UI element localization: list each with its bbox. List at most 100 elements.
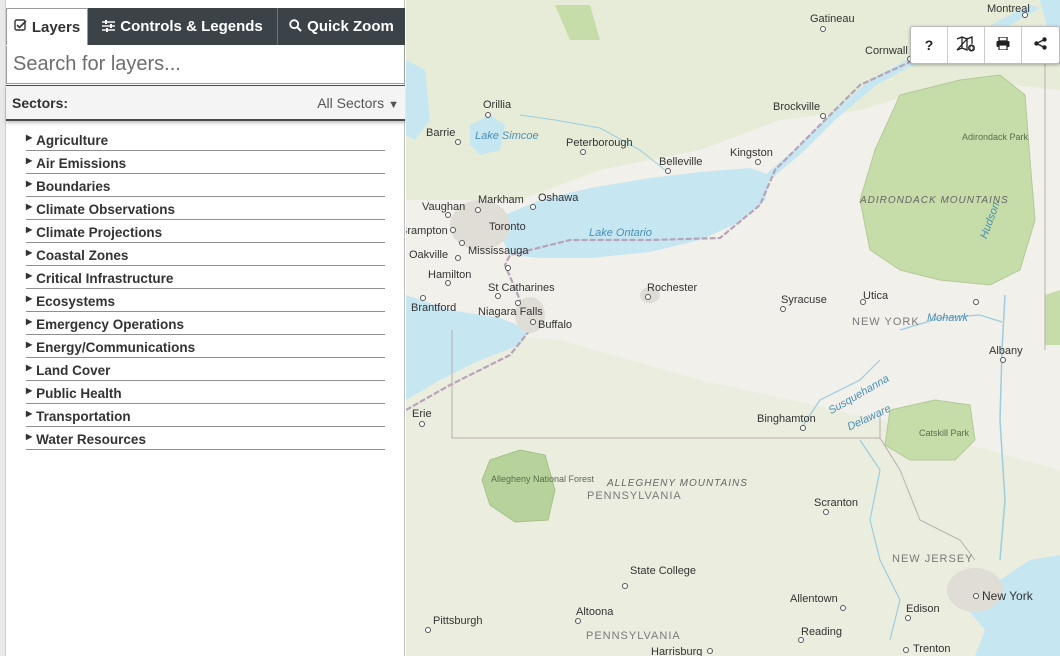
city-label: Edison <box>906 603 940 615</box>
map-view[interactable]: Gatineau Montreal Cornwall Orillia Barri… <box>406 0 1060 656</box>
layer-category[interactable]: ▶ Land Cover <box>26 358 385 381</box>
caret-right-icon: ▶ <box>26 432 33 441</box>
city-label: Niagara Falls <box>478 306 543 318</box>
city-label: Altoona <box>576 606 614 618</box>
caret-right-icon: ▶ <box>26 317 33 326</box>
layer-category[interactable]: ▶ Energy/Communications <box>26 335 385 358</box>
caret-right-icon: ▶ <box>26 386 33 395</box>
mountain-label: ADIRONDACK MOUNTAINS <box>859 195 1009 206</box>
city-label: Reading <box>801 626 842 638</box>
caret-down-icon: ▼ <box>388 98 399 111</box>
city-label: Gatineau <box>810 13 855 25</box>
city-label: Buffalo <box>538 319 572 331</box>
layer-category[interactable]: ▶ Climate Observations <box>26 197 385 220</box>
layer-category[interactable]: ▶ Ecosystems <box>26 289 385 312</box>
tab-quick-zoom[interactable]: Quick Zoom <box>278 8 405 45</box>
city-label: St Catharines <box>488 282 555 294</box>
city-label: Syracuse <box>781 294 827 306</box>
city-label: Scranton <box>814 497 858 509</box>
layer-category[interactable]: ▶ Public Health <box>26 381 385 404</box>
caret-right-icon: ▶ <box>26 409 33 418</box>
help-button[interactable]: ? <box>911 27 948 63</box>
park-label: Catskill Park <box>919 428 970 438</box>
caret-right-icon: ▶ <box>26 179 33 188</box>
city-label: Hamilton <box>428 269 471 281</box>
city-label: Trenton <box>913 643 951 655</box>
tab-quick-zoom-label: Quick Zoom <box>307 18 394 35</box>
park-label: Adirondack Park <box>962 132 1029 142</box>
city-label: Kingston <box>730 147 773 159</box>
basemap[interactable]: Gatineau Montreal Cornwall Orillia Barri… <box>406 0 1060 656</box>
sectors-bar: Sectors: All Sectors ▼ <box>6 85 405 121</box>
city-label: Oshawa <box>538 192 579 204</box>
layer-category[interactable]: ▶ Transportation <box>26 404 385 427</box>
city-label: Brampton <box>406 225 448 237</box>
layer-category[interactable]: ▶ Climate Projections <box>26 220 385 243</box>
city-label: Peterborough <box>566 137 633 149</box>
park-area <box>1045 290 1060 345</box>
city-label: Toronto <box>489 221 526 233</box>
layer-category[interactable]: ▶ Critical Infrastructure <box>26 266 385 289</box>
city-label: Montreal <box>987 3 1030 15</box>
print-button[interactable] <box>985 27 1022 63</box>
add-map-icon <box>956 35 976 55</box>
city-label: New York <box>982 589 1034 603</box>
city-label: Cornwall <box>865 45 908 57</box>
print-icon <box>996 36 1010 53</box>
layer-category-label: Ecosystems <box>36 294 115 309</box>
city-label: Utica <box>863 290 889 302</box>
city-label: Pittsburgh <box>433 615 483 627</box>
tab-bar: Layers Controls & Legends Quick Zoom <box>6 8 405 45</box>
add-map-button[interactable] <box>948 27 985 63</box>
region-label: NEW YORK <box>852 316 920 328</box>
city-label: Rochester <box>647 282 697 294</box>
water-label: Mohawk <box>927 312 968 324</box>
layer-search <box>6 46 405 84</box>
tab-layers[interactable]: Layers <box>6 8 88 45</box>
city-label: Mississauga <box>468 245 529 257</box>
city-label: Brockville <box>773 101 820 113</box>
city-label: Allentown <box>790 593 838 605</box>
region-label: PENNSYLVANIA <box>586 630 681 642</box>
share-button[interactable] <box>1022 27 1059 63</box>
city-label: Brantford <box>411 302 456 314</box>
city-label: Markham <box>478 194 524 206</box>
layer-category-label: Public Health <box>36 386 122 401</box>
layer-category[interactable]: ▶ Air Emissions <box>26 151 385 174</box>
layer-category[interactable]: ▶ Water Resources <box>26 427 385 450</box>
layer-category-label: Land Cover <box>36 363 111 378</box>
water-label: Lake Simcoe <box>475 130 539 142</box>
city-label: Belleville <box>659 156 702 168</box>
sectors-selected: All Sectors <box>317 94 385 111</box>
water-label: Lake Ontario <box>589 227 652 239</box>
layer-category-label: Climate Projections <box>36 225 163 240</box>
layer-category-label: Water Resources <box>36 432 146 447</box>
city-label: Harrisburg <box>651 646 702 656</box>
layer-category-list: ▶ Agriculture ▶ Air Emissions ▶ Boundaries … <box>26 129 385 450</box>
layer-category[interactable]: ▶ Emergency Operations <box>26 312 385 335</box>
sectors-label: Sectors: <box>12 94 69 111</box>
layer-category-label: Transportation <box>36 409 131 424</box>
sliders-icon <box>102 19 116 35</box>
checkbox-icon <box>14 19 27 35</box>
layer-category-label: Energy/Communications <box>36 340 196 355</box>
sectors-dropdown[interactable]: All Sectors ▼ <box>317 95 399 111</box>
search-input[interactable] <box>7 46 404 83</box>
city-label: Oakville <box>409 249 448 261</box>
layer-category-label: Boundaries <box>36 179 111 194</box>
layer-category[interactable]: ▶ Boundaries <box>26 174 385 197</box>
layer-category[interactable]: ▶ Coastal Zones <box>26 243 385 266</box>
caret-right-icon: ▶ <box>26 248 33 257</box>
layer-category-label: Emergency Operations <box>36 317 184 332</box>
city-label: Orillia <box>483 99 512 111</box>
layer-category[interactable]: ▶ Agriculture <box>26 129 385 151</box>
layer-category-label: Agriculture <box>36 133 109 148</box>
city-label: Vaughan <box>422 201 465 213</box>
park-label: Allegheny National Forest <box>491 474 595 484</box>
caret-right-icon: ▶ <box>26 202 33 211</box>
region-label: PENNSYLVANIA <box>587 490 682 502</box>
tab-layers-label: Layers <box>31 18 81 36</box>
city-label: Binghamton <box>757 413 816 425</box>
layer-category-label: Critical Infrastructure <box>36 271 174 286</box>
tab-controls-legends[interactable]: Controls & Legends <box>88 8 278 45</box>
